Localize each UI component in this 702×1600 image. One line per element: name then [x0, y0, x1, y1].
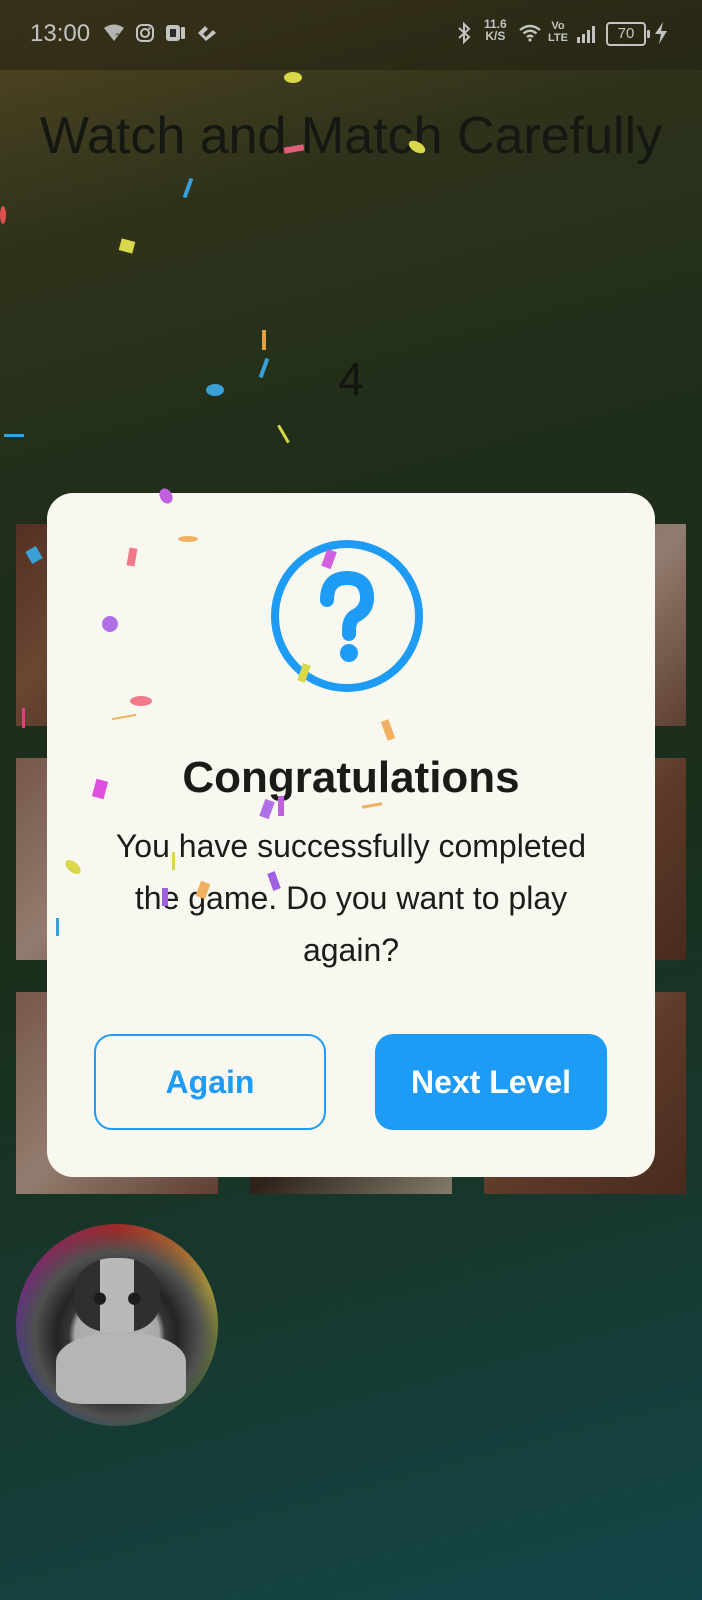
confetti — [0, 206, 6, 224]
confetti — [102, 616, 118, 632]
help-circle-icon — [269, 538, 425, 694]
confetti — [22, 708, 25, 728]
confetti — [278, 796, 284, 816]
confetti — [206, 384, 224, 396]
again-button[interactable]: Again — [94, 1034, 326, 1130]
confetti — [56, 918, 59, 936]
confetti — [130, 696, 152, 706]
confetti — [262, 330, 266, 350]
confetti — [178, 536, 198, 542]
congratulations-dialog: Congratulations You have successfully co… — [47, 493, 655, 1177]
confetti — [172, 852, 175, 870]
dialog-title: Congratulations — [182, 753, 520, 802]
next-level-button[interactable]: Next Level — [375, 1034, 607, 1130]
confetti — [162, 888, 168, 906]
dialog-message: You have successfully completed the game… — [115, 828, 587, 968]
confetti — [4, 434, 24, 437]
confetti — [284, 72, 302, 83]
